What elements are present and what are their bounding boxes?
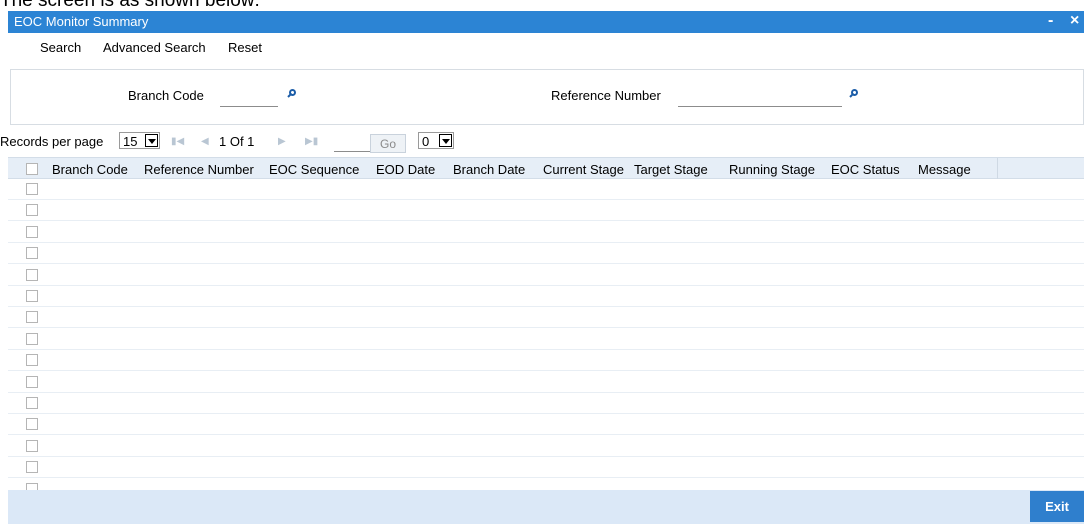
- reference-number-search-icon[interactable]: [849, 89, 860, 99]
- reset-menu-item[interactable]: Reset: [228, 40, 262, 55]
- row-checkbox[interactable]: [26, 332, 38, 345]
- table-row[interactable]: [8, 393, 1084, 414]
- branch-code-search-icon[interactable]: [287, 89, 298, 99]
- exit-button[interactable]: Exit: [1030, 491, 1084, 522]
- row-checkbox[interactable]: [26, 418, 38, 431]
- column-header-message[interactable]: Message: [918, 162, 971, 177]
- table-row[interactable]: [8, 200, 1084, 222]
- eoc-monitor-summary-window: EOC Monitor Summary - × Search Advanced …: [0, 11, 1084, 524]
- search-criteria-panel: Branch Code Reference Number: [10, 69, 1084, 125]
- pagination-bar: Records per page 15 ▮◀ ◀ 1 Of 1 ▶ ▶▮ Go …: [0, 131, 1084, 153]
- records-per-page-label: Records per page: [0, 134, 104, 149]
- page-info: 1 Of 1: [219, 134, 255, 149]
- column-header-reference-number[interactable]: Reference Number: [144, 162, 254, 177]
- chevron-down-icon: [145, 134, 158, 147]
- row-checkbox[interactable]: [26, 183, 38, 195]
- go-button[interactable]: Go: [370, 134, 406, 153]
- column-header-running-stage[interactable]: Running Stage: [729, 162, 815, 177]
- last-page-icon[interactable]: ▶▮: [305, 136, 318, 147]
- row-checkbox[interactable]: [26, 225, 38, 238]
- column-header-target-stage[interactable]: Target Stage: [634, 162, 708, 177]
- previous-page-icon[interactable]: ◀: [201, 136, 209, 147]
- row-checkbox[interactable]: [26, 268, 38, 281]
- table-row[interactable]: [8, 265, 1084, 286]
- header-divider: [997, 158, 998, 179]
- table-row[interactable]: [8, 179, 1084, 200]
- table-row[interactable]: [8, 436, 1084, 457]
- reference-number-label: Reference Number: [551, 88, 661, 103]
- advanced-search-menu-item[interactable]: Advanced Search: [103, 40, 206, 55]
- footer-bar: Exit: [8, 490, 1084, 524]
- table-row[interactable]: [8, 222, 1084, 243]
- title-bar: EOC Monitor Summary - ×: [8, 11, 1084, 33]
- first-page-icon[interactable]: ▮◀: [171, 136, 184, 147]
- row-checkbox[interactable]: [26, 461, 38, 474]
- table-row[interactable]: [8, 457, 1084, 479]
- table-row[interactable]: [8, 350, 1084, 372]
- table-row[interactable]: [8, 372, 1084, 393]
- close-icon[interactable]: ×: [1070, 12, 1079, 30]
- results-table: Branch Code Reference Number EOC Sequenc…: [8, 157, 1084, 500]
- next-page-icon[interactable]: ▶: [278, 136, 286, 147]
- search-menu-item[interactable]: Search: [40, 40, 81, 55]
- window-title: EOC Monitor Summary: [14, 14, 149, 29]
- row-checkbox[interactable]: [26, 375, 38, 388]
- branch-code-label: Branch Code: [128, 88, 204, 103]
- column-header-eod-date[interactable]: EOD Date: [376, 162, 435, 177]
- page-number-input[interactable]: [334, 139, 374, 152]
- column-header-branch-code[interactable]: Branch Code: [52, 162, 128, 177]
- row-checkbox[interactable]: [26, 397, 38, 409]
- page-select[interactable]: 0: [418, 132, 454, 149]
- table-row[interactable]: [8, 329, 1084, 350]
- column-header-eoc-status[interactable]: EOC Status: [831, 162, 900, 177]
- row-checkbox[interactable]: [26, 204, 38, 217]
- menu-bar: Search Advanced Search Reset: [8, 33, 1084, 63]
- select-all-checkbox[interactable]: [26, 163, 38, 175]
- column-header-branch-date[interactable]: Branch Date: [453, 162, 525, 177]
- minimize-icon[interactable]: -: [1048, 12, 1053, 30]
- row-checkbox[interactable]: [26, 311, 38, 324]
- branch-code-input[interactable]: [220, 90, 278, 107]
- row-checkbox[interactable]: [26, 439, 38, 452]
- chevron-down-icon: [439, 134, 452, 147]
- row-checkbox[interactable]: [26, 247, 38, 260]
- column-header-current-stage[interactable]: Current Stage: [543, 162, 624, 177]
- table-row[interactable]: [8, 414, 1084, 436]
- table-row[interactable]: [8, 243, 1084, 265]
- table-header: Branch Code Reference Number EOC Sequenc…: [8, 157, 1084, 179]
- column-header-eoc-sequence[interactable]: EOC Sequence: [269, 162, 359, 177]
- page-caption: The screen is as shown below:: [0, 0, 260, 11]
- table-row[interactable]: [8, 307, 1084, 329]
- row-checkbox[interactable]: [26, 354, 38, 367]
- records-per-page-select[interactable]: 15: [119, 132, 160, 149]
- table-row[interactable]: [8, 286, 1084, 307]
- row-checkbox[interactable]: [26, 290, 38, 302]
- reference-number-input[interactable]: [678, 90, 842, 107]
